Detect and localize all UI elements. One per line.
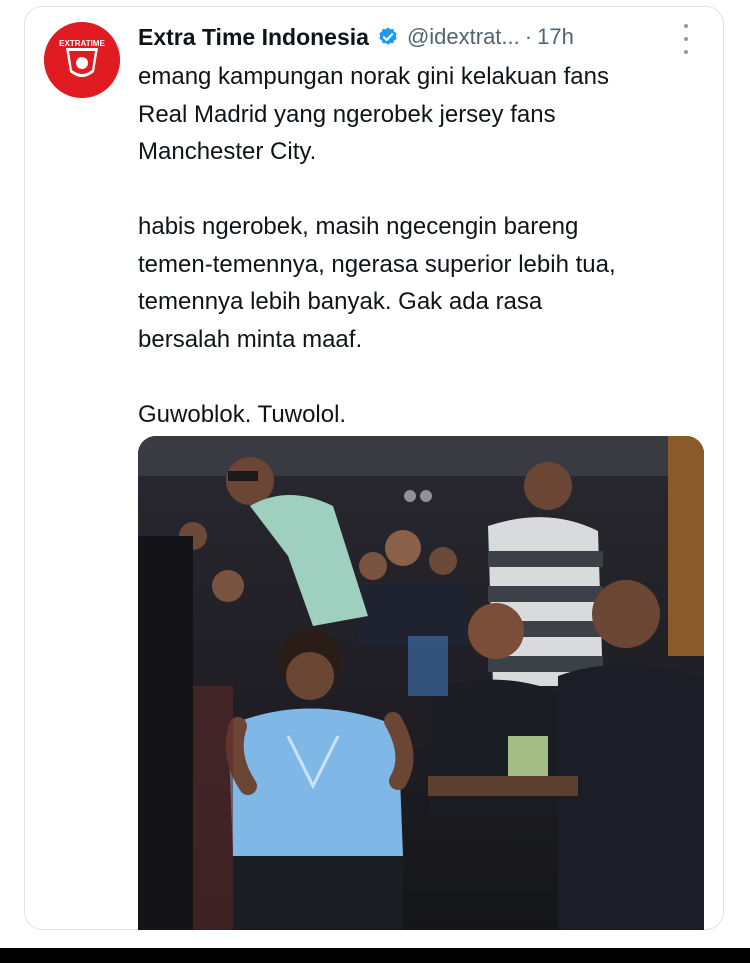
text-line: Guwoblok. Tuwolol.: [138, 400, 347, 428]
avatar-logo-text: EXTRATIME: [59, 39, 105, 48]
text-line: Real Madrid yang ngerobek jersey fans: [138, 100, 556, 128]
tweet-text: emang kampungan norak gini kelakuan fans…: [138, 58, 718, 433]
verified-badge-icon: [377, 26, 399, 48]
timestamp[interactable]: 17h: [537, 24, 574, 50]
text-line: temennya lebih banyak. Gak ada rasa: [138, 288, 543, 315]
avatar[interactable]: EXTRATIME: [44, 22, 120, 98]
separator-dot: ·: [524, 24, 533, 49]
tweet-header: Extra Time Indonesia @idextrat... · 17h: [138, 20, 574, 54]
author-name[interactable]: Extra Time Indonesia: [138, 24, 369, 51]
text-line: Manchester City.: [138, 138, 317, 165]
text-line: temen-temennya, ngerasa superior lebih t…: [138, 250, 616, 278]
author-handle[interactable]: @idextrat...: [407, 24, 520, 50]
bottom-bar: [0, 948, 750, 963]
tweet-media-video[interactable]: [138, 436, 704, 930]
text-line: bersalah minta maaf.: [138, 325, 363, 353]
more-options-icon[interactable]: [680, 24, 692, 54]
video-frame: [138, 436, 704, 930]
text-line: habis ngerobek, masih ngecengin bareng: [138, 213, 579, 240]
text-line: emang kampungan norak gini kelakuan fans: [138, 63, 609, 90]
